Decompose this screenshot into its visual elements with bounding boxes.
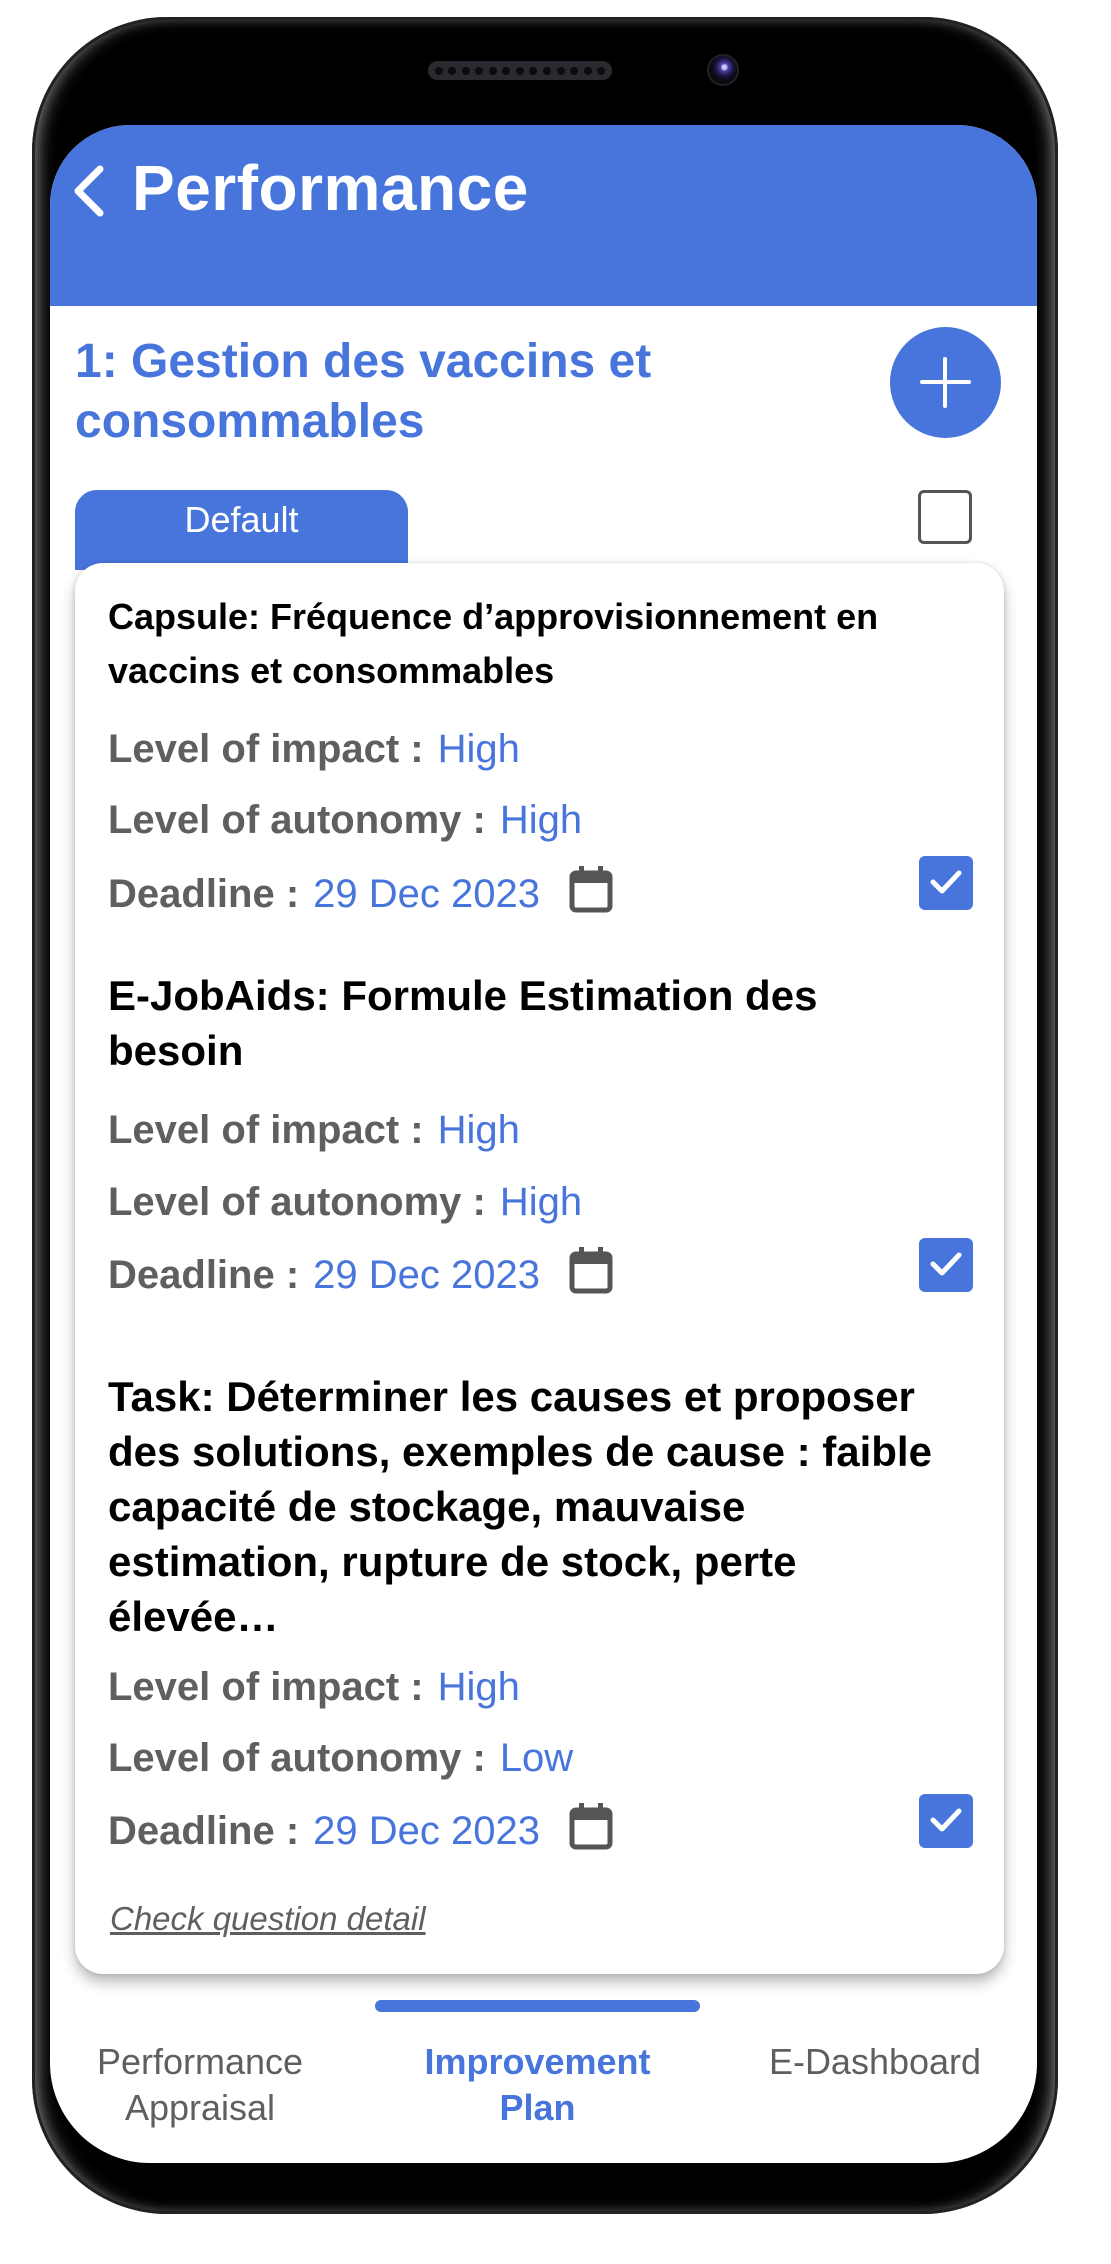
nav-improvement-plan[interactable]: Improvement Plan <box>395 2039 680 2131</box>
item-checkbox[interactable] <box>919 1238 973 1292</box>
item-title: E-JobAids: Formule Estimation des besoin <box>108 972 818 1074</box>
item-checkbox[interactable] <box>919 1794 973 1848</box>
autonomy-label: Level of autonomy : <box>108 1736 486 1780</box>
impact-row: Level of impact : High <box>108 1662 520 1712</box>
checkmark-icon <box>930 870 962 894</box>
speaker-grille <box>428 61 612 80</box>
deadline-value: 29 Dec 2023 <box>313 1253 540 1297</box>
checkmark-icon <box>930 1252 962 1276</box>
check-question-detail-link[interactable]: Check question detail <box>110 1900 426 1938</box>
add-button[interactable] <box>890 327 1001 438</box>
autonomy-label: Level of autonomy : <box>108 1180 486 1224</box>
autonomy-value: Low <box>499 1736 574 1780</box>
impact-row: Level of impact : High <box>108 724 520 774</box>
deadline-label: Deadline : <box>108 1809 300 1853</box>
deadline-value: 29 Dec 2023 <box>313 872 540 916</box>
item-checkbox[interactable] <box>919 856 973 910</box>
deadline-value: 29 Dec 2023 <box>313 1809 540 1853</box>
item-title: Task: Déterminer les causes et proposer … <box>108 1373 932 1640</box>
tab-default[interactable]: Default <box>75 490 408 570</box>
autonomy-row: Level of autonomy : High <box>108 795 582 845</box>
deadline-row: Deadline : 29 Dec 2023 <box>108 865 613 925</box>
calendar-icon[interactable] <box>569 1802 613 1862</box>
calendar-icon[interactable] <box>569 1246 613 1306</box>
deadline-row: Deadline : 29 Dec 2023 <box>108 1246 613 1306</box>
autonomy-value: High <box>499 798 583 842</box>
select-all-checkbox[interactable] <box>918 490 972 544</box>
back-button[interactable] <box>70 163 110 219</box>
autonomy-label: Level of autonomy : <box>108 798 486 842</box>
impact-label: Level of impact : <box>108 1108 424 1152</box>
deadline-row: Deadline : 29 Dec 2023 <box>108 1802 613 1862</box>
autonomy-row: Level of autonomy : Low <box>108 1733 573 1783</box>
autonomy-row: Level of autonomy : High <box>108 1177 582 1227</box>
impact-label: Level of impact : <box>108 727 424 771</box>
nav-e-dashboard[interactable]: E-Dashboard <box>740 2039 1010 2085</box>
chevron-left-icon <box>74 165 104 217</box>
calendar-icon[interactable] <box>569 865 613 925</box>
impact-value: High <box>437 1665 520 1709</box>
deadline-label: Deadline : <box>108 1253 300 1297</box>
item-title: Capsule: Fréquence d’approvisionnement e… <box>108 596 879 691</box>
page-title: Performance <box>132 152 529 224</box>
autonomy-value: High <box>499 1180 583 1224</box>
active-tab-indicator <box>375 2000 700 2012</box>
app-header: Performance <box>50 125 1037 306</box>
nav-performance-appraisal[interactable]: Performance Appraisal <box>75 2039 325 2131</box>
impact-row: Level of impact : High <box>108 1105 520 1155</box>
checkmark-icon <box>930 1808 962 1832</box>
impact-value: High <box>437 1108 520 1152</box>
app-screen: Performance 1: Gestion des vaccins et co… <box>50 125 1037 2163</box>
impact-value: High <box>437 727 520 771</box>
section-title: 1: Gestion des vaccins et consommables <box>75 335 652 448</box>
deadline-label: Deadline : <box>108 872 300 916</box>
front-camera <box>709 56 737 84</box>
impact-label: Level of impact : <box>108 1665 424 1709</box>
